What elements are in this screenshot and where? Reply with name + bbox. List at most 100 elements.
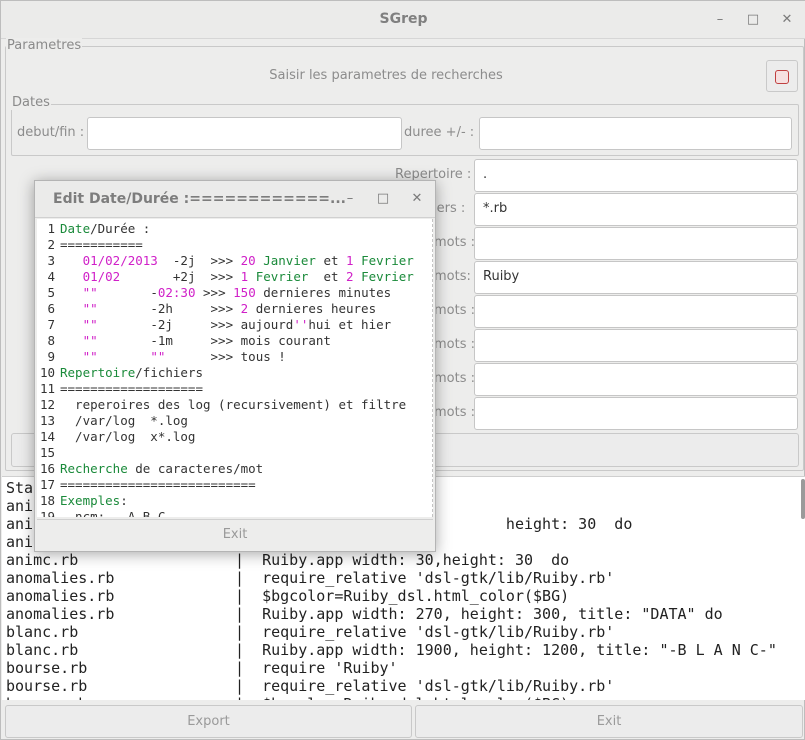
line-number: 4 — [47, 269, 55, 284]
line-number: 17 — [39, 477, 55, 492]
dialog-minimize-icon[interactable]: – — [339, 189, 361, 209]
mots-label-3: mots : — [434, 303, 475, 318]
result-row[interactable]: blanc.rb | require_relative 'dsl-gtk/lib/… — [6, 623, 614, 641]
debut-input[interactable] — [87, 117, 402, 150]
text-editor[interactable]: 1 Date/Durée :2 =========== 3 01/02/2013 -2… — [37, 219, 433, 517]
editor-token: et — [315, 253, 347, 268]
editor-token: reperoires des log (recursivement) et fi… — [60, 397, 407, 412]
fichiers-input[interactable]: *.rb — [474, 193, 798, 226]
edit-dialog: Edit Date/Durée :============... – □ ✕ 1… — [34, 180, 436, 552]
mots-input-2[interactable]: Ruiby — [474, 261, 798, 294]
result-row[interactable]: anomalies.rb | Ruiby.app width: 270, heig… — [6, 605, 723, 623]
result-row[interactable]: bourse.rb | require 'Ruiby' — [6, 659, 398, 677]
duree-input[interactable] — [479, 117, 792, 150]
editor-token: -1m >>> mois courant — [97, 333, 331, 348]
editor-token: "" — [150, 349, 166, 364]
mots-input-1[interactable] — [474, 227, 798, 260]
result-file: blanc.rb — [6, 641, 79, 659]
editor-token: >>> — [195, 285, 234, 300]
title-bar: SGrep – □ ✕ — [1, 1, 805, 39]
editor-token: -2j >>> — [157, 253, 241, 268]
editor-token: =================== — [60, 381, 203, 396]
dialog-maximize-icon[interactable]: □ — [372, 189, 394, 209]
result-line: | Ruiby.app width: 270, height: 300, tit… — [235, 605, 723, 623]
result-file: animc.rb — [6, 551, 79, 569]
mots-input-4[interactable] — [474, 329, 798, 362]
mots-input-3[interactable] — [474, 295, 798, 328]
line-number: 9 — [47, 349, 55, 364]
editor-token: 01/02/2013 — [82, 253, 158, 268]
editor-token — [60, 301, 83, 316]
line-number: 3 — [47, 253, 55, 268]
result-row[interactable]: bourse.rb | require_relative 'dsl-gtk/lib… — [6, 677, 614, 695]
close-icon[interactable]: ✕ — [776, 10, 798, 30]
editor-token: ncm: A B C — [60, 509, 166, 517]
editor-line: 14 /var/log x*.log — [37, 429, 196, 445]
result-row[interactable]: bourse.rb| $bgcolor=Ruiby_dsl.html_color… — [6, 695, 569, 700]
result-row[interactable]: anomalies.rb | require_relative 'dsl-gtk/… — [6, 569, 614, 587]
editor-token: -2h >>> — [97, 301, 241, 316]
result-row[interactable]: anomalies.rb | $bgcolor=Ruiby_dsl.html_co… — [6, 587, 569, 605]
editor-token: - — [97, 285, 158, 300]
editor-token: Janvier — [263, 253, 316, 268]
editor-token — [60, 349, 83, 364]
dialog-exit-button[interactable]: Exit — [37, 520, 433, 550]
editor-line: 5 "" -02:30 >>> 150 dernieres minutes — [37, 285, 391, 301]
result-line: | require_relative 'dsl-gtk/lib/Ruiby.rb… — [235, 623, 615, 641]
result-line: | require_relative 'dsl-gtk/lib/Ruiby.rb… — [235, 677, 615, 695]
export-button[interactable]: Export — [5, 705, 412, 738]
editor-token: 1 — [346, 253, 354, 268]
maximize-icon[interactable]: □ — [742, 10, 764, 30]
result-file: bourse.rb — [6, 677, 88, 695]
editor-line: 7 "" -2j >>> aujourd''hui et hier — [37, 317, 391, 333]
editor-token: 20 — [240, 253, 256, 268]
mots-input-6[interactable] — [474, 397, 798, 430]
editor-token — [60, 317, 83, 332]
editor-token: 01/02 — [82, 269, 121, 284]
editor-token: dernieres minutes — [255, 285, 392, 300]
params-hint: Saisir les parametres de recherches — [269, 68, 503, 83]
line-number: 8 — [47, 333, 55, 348]
result-line: | Ruiby.app width: 1900, height: 1200, t… — [235, 641, 777, 659]
line-number: 15 — [39, 445, 55, 460]
editor-token: >>> tous ! — [165, 349, 286, 364]
editor-token: /var/log x*.log — [60, 429, 196, 444]
editor-token: de caracteres/mot — [127, 461, 264, 476]
editor-token: Fevrier — [361, 269, 414, 284]
mots-input-5[interactable] — [474, 363, 798, 396]
fichiers-label: iers : — [433, 201, 466, 216]
editor-line: 19 ncm: A B C — [37, 509, 165, 517]
editor-line: 10 Repertoire/fichiers — [37, 365, 203, 381]
repertoire-input[interactable]: . — [474, 159, 798, 192]
result-file: anomalies.rb — [6, 569, 115, 587]
editor-token: hui et hier — [308, 317, 392, 332]
editor-token: "" — [82, 285, 98, 300]
result-row[interactable]: blanc.rb | Ruiby.app width: 1900, height:… — [6, 641, 777, 659]
params-button[interactable] — [766, 60, 798, 92]
results-scrollbar[interactable] — [801, 479, 805, 519]
duree-label: duree +/- : — [404, 125, 475, 140]
editor-line: 3 01/02/2013 -2j >>> 20 Janvier et 1 Fev… — [37, 253, 413, 269]
dialog-title: Edit Date/Durée :============... — [53, 191, 346, 207]
editor-token: Date — [60, 221, 91, 236]
result-file: blanc.rb — [6, 623, 79, 641]
editor-token: Fevrier — [255, 269, 309, 284]
mots-label-5: mots : — [434, 371, 475, 386]
line-number: 18 — [39, 493, 55, 508]
exit-button[interactable]: Exit — [415, 705, 803, 738]
mots-label-6: mots : — [434, 405, 475, 420]
dialog-footer: Exit — [37, 519, 433, 551]
mots-label-2: mots: — [434, 269, 471, 284]
line-number: 19 — [39, 509, 55, 517]
result-file: anomalies.rb — [6, 605, 115, 623]
editor-line: 17 ========================== — [37, 477, 256, 493]
line-number: 12 — [39, 397, 55, 412]
line-number: 6 — [47, 301, 55, 316]
editor-token: "" — [82, 317, 98, 332]
dialog-close-icon[interactable]: ✕ — [406, 189, 428, 209]
result-row[interactable]: animc.rb | Ruiby.app width: 30,height: 30… — [6, 551, 569, 569]
editor-token: et — [308, 269, 347, 284]
minimize-icon[interactable]: – — [709, 10, 731, 30]
editor-token — [60, 333, 83, 348]
editor-line: 1 Date/Durée : — [37, 221, 150, 237]
